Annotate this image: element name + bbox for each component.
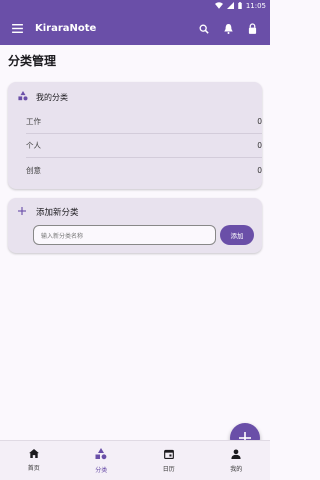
new-category-placeholder: 输入新分类名称 bbox=[41, 232, 84, 240]
calendar-icon bbox=[163, 449, 174, 461]
category-label: 创意 bbox=[26, 165, 41, 175]
nav-label: 首页 bbox=[27, 465, 40, 472]
category-icon bbox=[18, 91, 28, 103]
status-time: 11:05 bbox=[245, 2, 266, 10]
nav-label: 我的 bbox=[230, 465, 243, 473]
category-count: 0 bbox=[257, 117, 262, 126]
status-bar: 11:05 bbox=[0, 0, 270, 12]
search-icon[interactable] bbox=[192, 12, 216, 45]
nav-item-home[interactable]: 首页 bbox=[0, 441, 68, 480]
bottom-nav: 首页 分类 日历 我的 bbox=[0, 440, 270, 480]
menu-icon[interactable] bbox=[0, 12, 35, 45]
notification-bell-icon[interactable] bbox=[216, 12, 240, 45]
signal-icon bbox=[226, 1, 234, 11]
category-row-creative[interactable]: 创意 0 bbox=[26, 158, 262, 182]
add-category-label: 添加新分类 bbox=[36, 208, 79, 218]
category-row-work[interactable]: 工作 0 bbox=[26, 110, 262, 134]
category-count: 0 bbox=[257, 165, 262, 175]
lock-icon[interactable] bbox=[240, 12, 264, 45]
nav-label: 分类 bbox=[95, 466, 108, 474]
add-button[interactable]: 添加 bbox=[220, 225, 254, 245]
app-bar: KiraraNote bbox=[0, 12, 270, 45]
nav-label: 日历 bbox=[162, 465, 175, 473]
category-count: 0 bbox=[257, 141, 262, 150]
category-icon bbox=[95, 447, 107, 462]
category-label: 个人 bbox=[26, 141, 41, 150]
category-row-personal[interactable]: 个人 0 bbox=[26, 134, 262, 158]
app-title: KiraraNote bbox=[35, 23, 97, 34]
categories-header-label: 我的分类 bbox=[36, 92, 68, 102]
category-label: 工作 bbox=[26, 117, 41, 126]
categories-header: 我的分类 bbox=[18, 91, 68, 103]
nav-item-me[interactable]: 我的 bbox=[203, 441, 271, 480]
add-category-header: 添加新分类 bbox=[18, 206, 79, 218]
nav-item-calendar[interactable]: 日历 bbox=[135, 441, 203, 480]
new-category-input[interactable]: 输入新分类名称 bbox=[33, 225, 216, 245]
person-icon bbox=[231, 449, 241, 461]
page-title: 分类管理 bbox=[8, 54, 57, 68]
home-icon bbox=[28, 449, 39, 460]
battery-icon bbox=[238, 1, 242, 11]
plus-icon bbox=[18, 206, 26, 218]
nav-item-category[interactable]: 分类 bbox=[68, 441, 136, 480]
wifi-icon bbox=[214, 1, 223, 11]
